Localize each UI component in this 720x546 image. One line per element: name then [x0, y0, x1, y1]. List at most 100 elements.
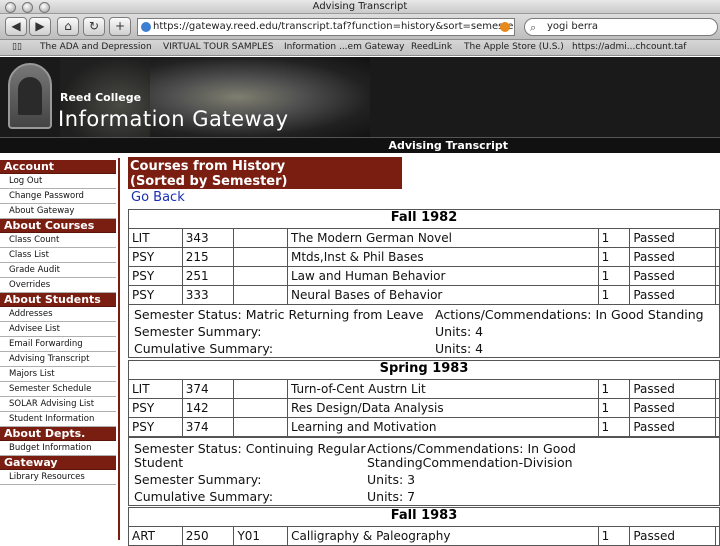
- go-back-link[interactable]: Go Back: [131, 190, 185, 205]
- title-cell: Learning and Motivation: [287, 417, 599, 437]
- units-cell: 1: [597, 379, 631, 399]
- home-button[interactable]: ⌂: [57, 17, 79, 36]
- bookmarks-book-icon[interactable]: ▯▯: [12, 42, 22, 52]
- sidebar-item-about-gateway[interactable]: About Gateway: [0, 204, 116, 219]
- course-table: LIT 343 The Modern German Novel 1 Passed PSY…: [128, 228, 720, 305]
- title-cell: Calligraphy & Paleography: [287, 526, 599, 546]
- table-row: PSY 215 Mtds,Inst & Phil Bases 1 Passed: [128, 247, 720, 267]
- sidebar-item-solar-advising-list[interactable]: SOLAR Advising List: [0, 397, 116, 412]
- back-button[interactable]: ◀: [5, 17, 27, 36]
- course-table: ART 250 Y01 Calligraphy & Paleography 1 Passe…: [128, 526, 720, 546]
- semester-status: Semester Status: Matric Returning from L…: [134, 307, 424, 322]
- units-cell: 1: [597, 526, 631, 546]
- forward-button[interactable]: ▶: [29, 17, 51, 36]
- cumulative-units: Units: 7: [367, 489, 416, 504]
- section-cell: [233, 285, 288, 305]
- number-cell: 251: [181, 266, 235, 286]
- semester-header: Fall 1983: [128, 507, 720, 527]
- number-cell: 333: [181, 285, 235, 305]
- actions-commendations: Actions/Commendations: In Good: [367, 441, 576, 456]
- title-cell: Neural Bases of Behavior: [286, 285, 599, 305]
- section-cell: Y01: [233, 526, 289, 546]
- sidebar-header: About Depts.: [0, 427, 116, 441]
- sidebar-item-class-count[interactable]: Class Count: [0, 233, 116, 248]
- number-cell: 250: [181, 526, 235, 546]
- address-bar-text: https://gateway.reed.edu/transcript.taf?…: [153, 21, 515, 32]
- semester-status: Semester Status: Continuing Regular: [134, 441, 366, 456]
- sidebar-item-advising-transcript[interactable]: Advising Transcript: [0, 352, 116, 367]
- title-cell: Law and Human Behavior: [286, 266, 599, 286]
- sidebar-item-addresses[interactable]: Addresses: [0, 307, 116, 322]
- bookmarks-bar: ▯▯ The ADA and Depression VIRTUAL TOUR S…: [0, 40, 720, 56]
- sidebar-item-budget-information[interactable]: Budget Information: [0, 441, 116, 456]
- page-label-strip: Advising Transcript: [0, 137, 720, 153]
- section-cell: [233, 417, 288, 437]
- sidebar-item-majors-list[interactable]: Majors List: [0, 367, 116, 382]
- semester-header: Spring 1983: [128, 360, 720, 380]
- table-row: PSY 374 Learning and Motivation 1 Passed: [128, 417, 720, 437]
- table-row: LIT 374 Turn-of-Cent Austrn Lit 1 Passed: [128, 379, 720, 399]
- bookmark-link[interactable]: The ADA and Depression: [40, 42, 152, 52]
- rss-icon[interactable]: [500, 22, 510, 32]
- sidebar-header: Account: [0, 160, 116, 174]
- sidebar-item-library-resources[interactable]: Library Resources: [0, 470, 116, 485]
- semester-status-continued: Student: [134, 455, 184, 470]
- semester-summary-label: Semester Summary:: [134, 472, 262, 487]
- dept-cell: PSY: [128, 398, 183, 418]
- number-cell: 374: [181, 379, 235, 399]
- grade-cell: Passed: [629, 379, 716, 399]
- dept-cell: ART: [128, 526, 183, 546]
- sidebar-header: About Students: [0, 293, 116, 307]
- units-cell: 1: [597, 285, 631, 305]
- actions-commendations: Actions/Commendations: In Good Standing: [435, 307, 704, 322]
- reload-button[interactable]: ↻: [83, 17, 105, 36]
- search-field[interactable]: ⌕ yogi berra: [524, 18, 718, 36]
- number-cell: 374: [181, 417, 235, 437]
- sidebar-item-overrides[interactable]: Overrides: [0, 278, 116, 293]
- section-cell: [233, 266, 288, 286]
- table-row: PSY 142 Res Design/Data Analysis 1 Passed: [128, 398, 720, 418]
- search-icon: ⌕: [530, 21, 537, 34]
- bookmark-link[interactable]: ReedLink: [411, 42, 452, 52]
- grade-cell: Passed: [629, 228, 716, 248]
- grade-cell: Passed: [629, 266, 716, 286]
- sidebar-item-grade-audit[interactable]: Grade Audit: [0, 263, 116, 278]
- dept-cell: PSY: [128, 266, 183, 286]
- bookmark-link[interactable]: https://admi...chcount.taf: [572, 42, 686, 52]
- address-bar[interactable]: https://gateway.reed.edu/transcript.taf?…: [137, 18, 515, 36]
- cumulative-summary-label: Cumulative Summary:: [134, 341, 274, 356]
- section-cell: [233, 228, 288, 248]
- semester-summary-box: Semester Status: Continuing Regular Stud…: [128, 437, 720, 506]
- cumulative-units: Units: 4: [435, 341, 484, 356]
- semester-summary-box: Semester Status: Matric Returning from L…: [128, 304, 720, 358]
- bookmark-link[interactable]: Information ...em Gateway: [284, 42, 404, 52]
- semester-units: Units: 3: [367, 472, 416, 487]
- sidebar-item-log-out[interactable]: Log Out: [0, 174, 116, 189]
- college-name: Reed College: [60, 91, 142, 104]
- site-banner: Reed College Information Gateway: [0, 57, 720, 137]
- title-cell: Res Design/Data Analysis: [287, 398, 599, 418]
- grade-cell: Passed: [629, 285, 716, 305]
- reed-crest-logo: [8, 63, 52, 129]
- course-table: LIT 374 Turn-of-Cent Austrn Lit 1 Passed PSY…: [128, 379, 720, 437]
- dept-cell: LIT: [128, 228, 183, 248]
- add-bookmark-button[interactable]: +: [109, 17, 131, 36]
- window-titlebar: Advising Transcript: [0, 0, 720, 14]
- sidebar-item-change-password[interactable]: Change Password: [0, 189, 116, 204]
- dept-cell: PSY: [128, 285, 183, 305]
- sidebar-item-class-list[interactable]: Class List: [0, 248, 116, 263]
- grade-cell: Passed: [629, 398, 716, 418]
- section-cell: [233, 379, 288, 399]
- bookmark-link[interactable]: The Apple Store (U.S.): [464, 42, 564, 52]
- title-cell: The Modern German Novel: [286, 228, 599, 248]
- sidebar-item-email-forwarding[interactable]: Email Forwarding: [0, 337, 116, 352]
- dept-cell: PSY: [128, 247, 183, 267]
- sidebar-item-advisee-list[interactable]: Advisee List: [0, 322, 116, 337]
- table-row: ART 250 Y01 Calligraphy & Paleography 1 Passe…: [128, 526, 720, 546]
- bookmark-link[interactable]: VIRTUAL TOUR SAMPLES: [163, 42, 273, 52]
- sidebar-item-semester-schedule[interactable]: Semester Schedule: [0, 382, 116, 397]
- number-cell: 215: [181, 247, 235, 267]
- sidebar-item-student-information[interactable]: Student Information: [0, 412, 116, 427]
- sidebar-header: About Courses: [0, 219, 116, 233]
- title-cell: Mtds,Inst & Phil Bases: [286, 247, 599, 267]
